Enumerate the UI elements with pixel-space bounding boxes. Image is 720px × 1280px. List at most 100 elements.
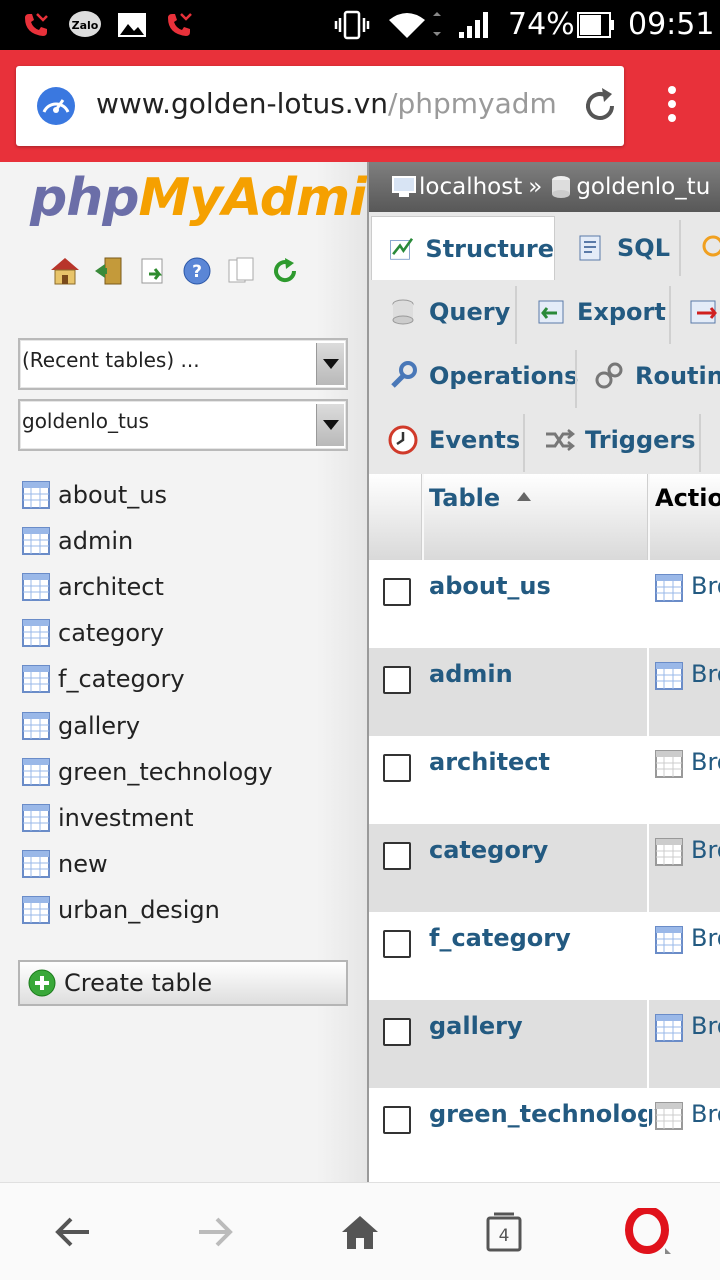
table-link[interactable]: investment	[58, 804, 194, 832]
table-list-item[interactable]: category	[22, 610, 273, 656]
tab-export[interactable]: Export	[535, 280, 666, 344]
database-select[interactable]: goldenlo_tus	[18, 399, 348, 451]
table-icon[interactable]	[22, 527, 50, 556]
recent-tables-select[interactable]: (Recent tables) ...	[18, 338, 348, 390]
browse-link[interactable]: Bro	[691, 1012, 720, 1040]
documentation-icon[interactable]	[224, 254, 258, 288]
forward-arrow-icon[interactable]	[190, 1207, 240, 1257]
url-text[interactable]: www.golden-lotus.vn/phpmyadm	[96, 87, 556, 120]
refresh-icon[interactable]	[268, 254, 302, 288]
table-link[interactable]: new	[58, 850, 108, 878]
table-icon[interactable]	[22, 665, 50, 694]
table-list-item[interactable]: f_category	[22, 656, 273, 702]
table-icon[interactable]	[22, 757, 50, 786]
table-list-item[interactable]: investment	[22, 795, 273, 841]
recent-tables-value: (Recent tables) ...	[22, 348, 200, 372]
table-name-link[interactable]: admin	[429, 660, 513, 688]
browser-bottom-bar: 4	[0, 1182, 720, 1280]
table-icon[interactable]	[22, 849, 50, 878]
tab-operations[interactable]: Operations	[387, 344, 578, 408]
table-link[interactable]: about_us	[58, 481, 167, 509]
logout-icon[interactable]	[92, 254, 126, 288]
table-name-link[interactable]: architect	[429, 748, 550, 776]
create-table-button[interactable]: Create table	[18, 960, 348, 1006]
table-link[interactable]: category	[58, 619, 164, 647]
breadcrumb-separator: »	[528, 174, 543, 200]
browse-icon[interactable]	[655, 574, 683, 602]
phpmyadmin-logo[interactable]: phpMyAdmin	[30, 168, 403, 228]
row-checkbox[interactable]	[383, 578, 411, 606]
tab-events[interactable]: Events	[387, 408, 520, 472]
tab-triggers[interactable]: Triggers	[543, 408, 696, 472]
column-header-table[interactable]: Table	[429, 484, 500, 512]
browse-icon[interactable]	[655, 662, 683, 690]
tabs-button[interactable]: 4	[479, 1207, 529, 1257]
table-list-item[interactable]: urban_design	[22, 887, 273, 933]
back-arrow-icon[interactable]	[48, 1207, 98, 1257]
table-name-link[interactable]: category	[429, 836, 548, 864]
table-list-item[interactable]: green_technology	[22, 749, 273, 795]
overflow-menu-icon[interactable]	[660, 86, 684, 130]
table-link[interactable]: urban_design	[58, 896, 220, 924]
row-checkbox[interactable]	[383, 666, 411, 694]
row-checkbox[interactable]	[383, 930, 411, 958]
table-list-item[interactable]: admin	[22, 518, 273, 564]
table-name-link[interactable]: about_us	[429, 572, 551, 600]
opera-menu-icon[interactable]	[624, 1207, 674, 1257]
browse-disabled-icon[interactable]	[655, 750, 683, 778]
browse-link[interactable]: Bro	[691, 572, 720, 600]
chevron-down-icon[interactable]	[316, 343, 344, 385]
table-icon[interactable]	[22, 711, 50, 740]
table-link[interactable]: gallery	[58, 712, 140, 740]
table-link[interactable]: f_category	[58, 665, 185, 693]
column-divider	[647, 736, 649, 824]
search-tab[interactable]	[697, 216, 720, 280]
row-checkbox[interactable]	[383, 1106, 411, 1134]
table-name-link[interactable]: f_category	[429, 924, 571, 952]
table-link[interactable]: green_technology	[58, 758, 273, 786]
browse-link[interactable]: Bro	[691, 924, 720, 952]
browse-link[interactable]: Bro	[691, 660, 720, 688]
table-list-item[interactable]: architect	[22, 564, 273, 610]
table-icon[interactable]	[22, 619, 50, 648]
tab-import[interactable]	[687, 280, 720, 344]
home-icon[interactable]	[48, 254, 82, 288]
speed-dial-icon[interactable]	[36, 86, 76, 126]
browse-disabled-icon[interactable]	[655, 838, 683, 866]
tab-query[interactable]: Query	[387, 280, 510, 344]
address-bar[interactable]: www.golden-lotus.vn/phpmyadm	[16, 66, 624, 146]
browse-icon[interactable]	[655, 926, 683, 954]
table-icon[interactable]	[22, 803, 50, 832]
browse-disabled-icon[interactable]	[655, 1102, 683, 1130]
browser-toolbar: www.golden-lotus.vn/phpmyadm	[0, 50, 720, 162]
table-icon[interactable]	[22, 481, 50, 510]
sort-ascending-icon[interactable]	[517, 492, 531, 501]
url-host: www.golden-lotus.vn	[96, 87, 389, 120]
breadcrumb-server[interactable]: localhost	[419, 174, 522, 200]
browse-link[interactable]: Bro	[691, 748, 720, 776]
table-icon[interactable]	[22, 895, 50, 924]
table-list-item[interactable]: gallery	[22, 702, 273, 748]
row-checkbox[interactable]	[383, 1018, 411, 1046]
browse-icon[interactable]	[655, 1014, 683, 1042]
query-window-icon[interactable]	[136, 254, 170, 288]
help-icon[interactable]: ?	[180, 254, 214, 288]
browse-link[interactable]: Bro	[691, 1100, 720, 1128]
table-name-link[interactable]: gallery	[429, 1012, 523, 1040]
row-checkbox[interactable]	[383, 754, 411, 782]
tab-sql[interactable]: SQL	[575, 216, 670, 280]
table-icon[interactable]	[22, 573, 50, 602]
reload-icon[interactable]	[578, 84, 622, 128]
table-list-item[interactable]: new	[22, 841, 273, 887]
home-icon[interactable]	[335, 1207, 385, 1257]
table-name-link[interactable]: green_technology	[429, 1100, 670, 1128]
browse-link[interactable]: Bro	[691, 836, 720, 864]
table-list-item[interactable]: about_us	[22, 472, 273, 518]
row-checkbox[interactable]	[383, 842, 411, 870]
chevron-down-icon[interactable]	[316, 404, 344, 446]
table-link[interactable]: admin	[58, 527, 133, 555]
tab-routines[interactable]: Routine	[593, 344, 720, 408]
breadcrumb-database[interactable]: goldenlo_tu	[576, 174, 710, 200]
tab-structure[interactable]: Structure	[371, 216, 555, 280]
table-link[interactable]: architect	[58, 573, 164, 601]
